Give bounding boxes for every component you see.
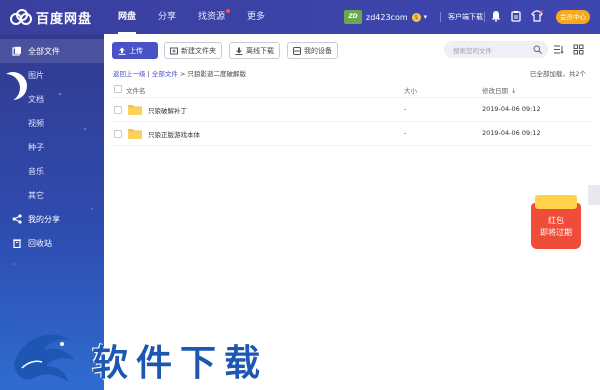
divider	[440, 12, 441, 22]
sidebar-item-documents[interactable]: 文档	[0, 87, 104, 111]
nav-more[interactable]: 更多	[247, 0, 265, 34]
app-name: 百度网盘	[36, 11, 93, 27]
file-name[interactable]: 只狼正版游戏本体	[148, 129, 200, 139]
my-devices-button[interactable]: 我的设备	[287, 42, 338, 59]
divider	[484, 12, 485, 22]
red-envelope-promo[interactable]: 红包 即将过期	[531, 195, 581, 249]
new-folder-button-label: 新建文件夹	[181, 46, 216, 55]
sidebar-item-label: 回收站	[28, 238, 52, 248]
member-center-button[interactable]: 会员中心	[556, 10, 590, 24]
new-folder-button[interactable]: 新建文件夹	[164, 42, 222, 59]
upload-button-label: 上传	[129, 46, 143, 55]
table-row[interactable]: 只狼正版游戏本体 - 2019-04-06 09:12	[110, 122, 592, 146]
table-row[interactable]: 只狼破解补丁 - 2019-04-06 09:12	[110, 98, 592, 122]
notification-dot	[226, 9, 231, 13]
nav-find-resources[interactable]: 找资源	[198, 0, 231, 34]
file-name[interactable]: 只狼破解补丁	[148, 105, 187, 115]
search-box[interactable]: 搜索您的文件	[444, 41, 548, 58]
device-icon	[293, 46, 301, 55]
header-modified-date[interactable]: 修改日期 ↓	[482, 85, 516, 95]
main-nav: 网盘 分享 找资源 更多	[118, 0, 287, 34]
header-modified-date-label: 修改日期	[482, 87, 508, 95]
sidebar-item-label: 全部文件	[28, 46, 60, 56]
row-checkbox[interactable]	[114, 130, 122, 138]
breadcrumb-current: 只狼影逝二度破解版	[187, 70, 246, 78]
sidebar-item-images[interactable]: 图片	[0, 63, 104, 87]
dragon-logo-icon	[14, 334, 74, 382]
sort-desc-icon: ↓	[511, 87, 517, 95]
folder-icon	[128, 129, 142, 139]
folder-icon	[128, 105, 142, 115]
files-icon	[12, 46, 21, 56]
file-date: 2019-04-06 09:12	[482, 129, 541, 137]
offline-download-button[interactable]: 离线下载	[229, 42, 280, 59]
file-size: -	[404, 105, 407, 113]
row-checkbox[interactable]	[114, 106, 122, 114]
download-icon	[235, 47, 243, 55]
cloud-logo-icon	[10, 9, 32, 25]
header-size[interactable]: 大小	[404, 85, 417, 95]
bell-icon[interactable]	[490, 10, 502, 22]
sidebar-item-all-files[interactable]: 全部文件	[0, 39, 104, 63]
upload-icon	[118, 47, 126, 55]
user-menu[interactable]: ZD zd423com $ ▾	[344, 9, 427, 25]
red-envelope-subtitle: 即将过期	[540, 228, 572, 237]
trash-icon	[13, 239, 21, 248]
watermark-text: 软件下载	[92, 342, 269, 384]
upload-button[interactable]: 上传	[112, 42, 158, 59]
search-input[interactable]: 搜索您的文件	[453, 45, 492, 55]
clipboard-icon[interactable]	[510, 10, 522, 22]
offline-download-button-label: 离线下载	[246, 46, 274, 55]
nav-find-resources-label: 找资源	[198, 12, 226, 22]
toolbar: 上传 新建文件夹 离线下载 我的设备 搜索您的文件	[104, 34, 600, 64]
file-table-header: 文件名 大小 修改日期 ↓	[110, 80, 592, 98]
search-icon[interactable]	[533, 45, 542, 54]
side-scroll-tab[interactable]	[588, 185, 600, 205]
share-icon	[12, 214, 22, 224]
top-bar: 百度网盘 网盘 分享 找资源 更多 ZD zd423com $ ▾ 客户端下载 …	[0, 0, 600, 34]
red-envelope-body	[531, 203, 581, 249]
breadcrumb-root[interactable]: 全部文件	[152, 70, 178, 78]
red-envelope-title: 红包	[548, 216, 564, 225]
sidebar-item-label: 我的分享	[28, 214, 60, 224]
breadcrumb-separator: |	[147, 70, 150, 78]
sidebar-item-torrents[interactable]: 种子	[0, 135, 104, 159]
breadcrumb: 返回上一级 | 全部文件 > 只狼影逝二度破解版	[113, 68, 246, 78]
loaded-status: 已全部加载，共2个	[529, 70, 586, 78]
grid-view-icon[interactable]	[573, 44, 584, 55]
file-size: -	[404, 129, 407, 137]
chevron-down-icon: ▾	[423, 13, 428, 21]
header-filename[interactable]: 文件名	[126, 85, 146, 95]
sort-icon[interactable]	[553, 44, 564, 55]
sidebar-item-videos[interactable]: 视频	[0, 111, 104, 135]
my-devices-button-label: 我的设备	[304, 46, 332, 55]
red-envelope-flap	[535, 195, 577, 209]
new-folder-icon	[170, 47, 178, 54]
select-all-checkbox[interactable]	[114, 85, 122, 93]
watermark: 软件下载	[0, 322, 310, 390]
breadcrumb-arrow: >	[179, 70, 186, 78]
vip-badge: $	[411, 12, 421, 22]
back-link[interactable]: 返回上一级	[113, 70, 146, 78]
sidebar-item-music[interactable]: 音乐	[0, 159, 104, 183]
shirt-icon[interactable]	[531, 10, 543, 22]
avatar: ZD	[344, 10, 362, 24]
baidu-netdisk-logo[interactable]: 百度网盘	[10, 7, 92, 27]
nav-netdisk[interactable]: 网盘	[118, 0, 137, 34]
file-date: 2019-04-06 09:12	[482, 105, 541, 113]
nav-share[interactable]: 分享	[158, 0, 176, 34]
client-download-link[interactable]: 客户端下载	[448, 12, 483, 22]
sidebar-item-other[interactable]: 其它	[0, 183, 104, 207]
sidebar-item-my-share[interactable]: 我的分享	[0, 207, 104, 231]
sidebar-item-recycle-bin[interactable]: 回收站	[0, 231, 104, 255]
username: zd423com	[366, 12, 408, 22]
